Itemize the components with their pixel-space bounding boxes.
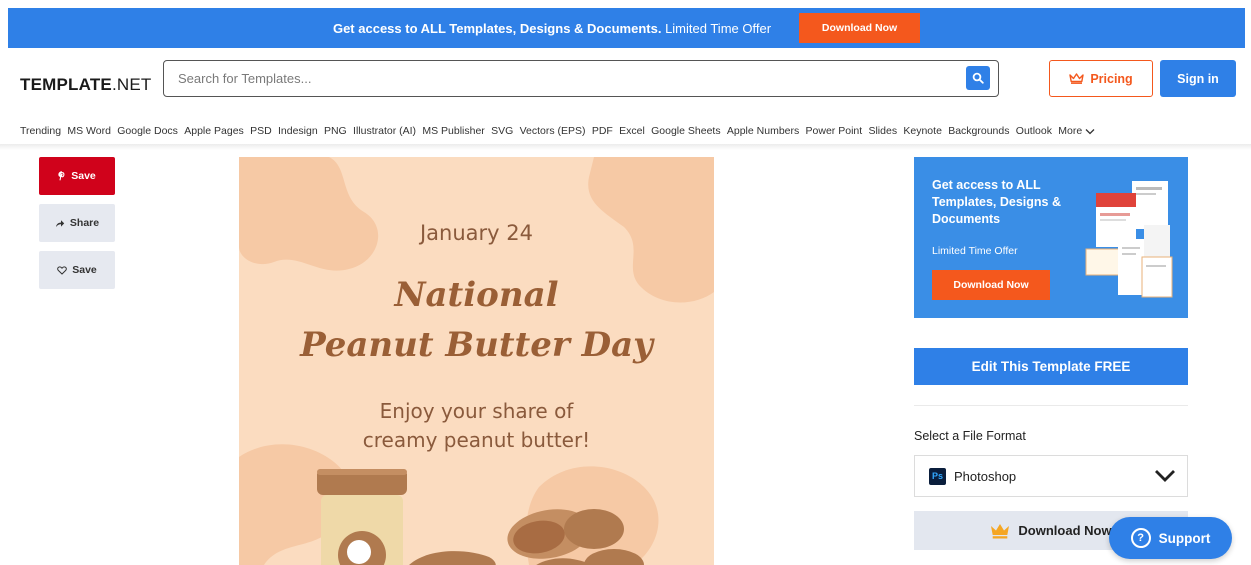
promo-download-button[interactable]: Download Now bbox=[799, 13, 921, 43]
category-link[interactable]: Backgrounds bbox=[948, 125, 1009, 137]
category-link[interactable]: Trending bbox=[20, 125, 61, 137]
category-link[interactable]: PSD bbox=[250, 125, 272, 137]
preview-subtitle-line1: Enjoy your share of bbox=[379, 399, 574, 423]
signin-button[interactable]: Sign in bbox=[1160, 60, 1236, 97]
site-logo[interactable]: TEMPLATE.NET bbox=[20, 75, 151, 95]
category-link[interactable]: PDF bbox=[592, 125, 613, 137]
category-link[interactable]: Slides bbox=[868, 125, 897, 137]
promo-card-download-button[interactable]: Download Now bbox=[932, 270, 1050, 300]
category-link[interactable]: Apple Pages bbox=[184, 125, 244, 137]
promo-banner-text-bold: Get access to ALL Templates, Designs & D… bbox=[332, 20, 662, 36]
section-divider bbox=[914, 405, 1188, 406]
help-icon: ? bbox=[1130, 528, 1151, 548]
share-button[interactable]: Share bbox=[39, 204, 115, 242]
support-button[interactable]: ? Support bbox=[1109, 517, 1232, 559]
share-arrow-icon bbox=[55, 219, 65, 227]
category-nav: Trending MS Word Google Docs Apple Pages PSD… bbox=[20, 118, 1095, 144]
search-button[interactable] bbox=[966, 66, 990, 90]
template-preview[interactable]: January 24 National Peanut Butter Day En… bbox=[239, 157, 714, 565]
category-link[interactable]: Google Docs bbox=[117, 125, 178, 137]
download-label: Download Now bbox=[1018, 523, 1112, 538]
category-link[interactable]: Vectors (EPS) bbox=[520, 125, 586, 137]
category-link[interactable]: Power Point bbox=[806, 125, 863, 137]
support-label: Support bbox=[1158, 530, 1211, 546]
crown-icon bbox=[991, 523, 1010, 538]
category-link[interactable]: Apple Numbers bbox=[727, 125, 799, 137]
chevron-down-icon bbox=[1155, 470, 1175, 482]
edit-template-button[interactable]: Edit This Template FREE bbox=[914, 348, 1188, 385]
category-link[interactable]: Keynote bbox=[903, 125, 942, 137]
favorite-save-button[interactable]: Save bbox=[39, 251, 115, 289]
promo-card-offer: Limited Time Offer bbox=[932, 245, 1018, 257]
share-label: Share bbox=[69, 217, 100, 229]
promo-banner-text: Get access to ALL Templates, Designs & D… bbox=[333, 21, 771, 36]
category-link[interactable]: SVG bbox=[491, 125, 513, 137]
promo-banner-text-light: Limited Time Offer bbox=[665, 20, 772, 36]
pinterest-save-button[interactable]: Save bbox=[39, 157, 115, 195]
preview-title-line2: Peanut Butter Day bbox=[300, 325, 653, 365]
logo-light: .NET bbox=[111, 75, 152, 94]
promo-card-heading: Get access to ALL Templates, Designs & D… bbox=[932, 178, 1061, 226]
search-icon bbox=[972, 72, 984, 84]
file-format-label: Select a File Format bbox=[914, 429, 1026, 443]
promo-card[interactable]: Get access to ALL Templates, Designs & D… bbox=[914, 157, 1188, 318]
file-format-value: Photoshop bbox=[954, 468, 1017, 484]
document-collage-image bbox=[1085, 181, 1173, 298]
search-input[interactable] bbox=[178, 61, 938, 96]
favorite-save-label: Save bbox=[72, 264, 97, 276]
photoshop-icon: Ps bbox=[929, 467, 946, 485]
category-link[interactable]: Outlook bbox=[1016, 125, 1052, 137]
chevron-down-icon bbox=[1085, 128, 1095, 134]
category-link[interactable]: PNG bbox=[324, 125, 347, 137]
category-link[interactable]: Excel bbox=[619, 125, 645, 137]
category-link[interactable]: Illustrator (AI) bbox=[353, 125, 416, 137]
more-label: More bbox=[1058, 125, 1083, 137]
pricing-button[interactable]: Pricing bbox=[1049, 60, 1153, 97]
search-box bbox=[163, 60, 999, 97]
file-format-select[interactable]: Ps Photoshop bbox=[914, 455, 1188, 497]
category-link[interactable]: Indesign bbox=[278, 125, 318, 137]
preview-subtitle-line2: creamy peanut butter! bbox=[362, 428, 591, 452]
peanut-butter-jar-illustration bbox=[317, 469, 644, 565]
pricing-label: Pricing bbox=[1090, 71, 1133, 86]
pinterest-icon bbox=[58, 171, 65, 181]
crown-icon bbox=[1069, 73, 1085, 84]
category-link[interactable]: Google Sheets bbox=[651, 125, 720, 137]
nav-divider bbox=[0, 144, 1251, 150]
heart-icon bbox=[57, 265, 68, 275]
site-header: TEMPLATE.NET Pricing Sign in bbox=[0, 48, 1251, 118]
pinterest-save-label: Save bbox=[71, 170, 96, 182]
more-menu[interactable]: More bbox=[1058, 125, 1095, 137]
logo-bold: TEMPLATE bbox=[20, 75, 112, 94]
preview-title-line1: National bbox=[394, 275, 559, 315]
preview-date: January 24 bbox=[419, 221, 533, 245]
promo-banner: Get access to ALL Templates, Designs & D… bbox=[8, 8, 1245, 48]
category-link[interactable]: MS Word bbox=[67, 125, 111, 137]
category-link[interactable]: MS Publisher bbox=[422, 125, 484, 137]
